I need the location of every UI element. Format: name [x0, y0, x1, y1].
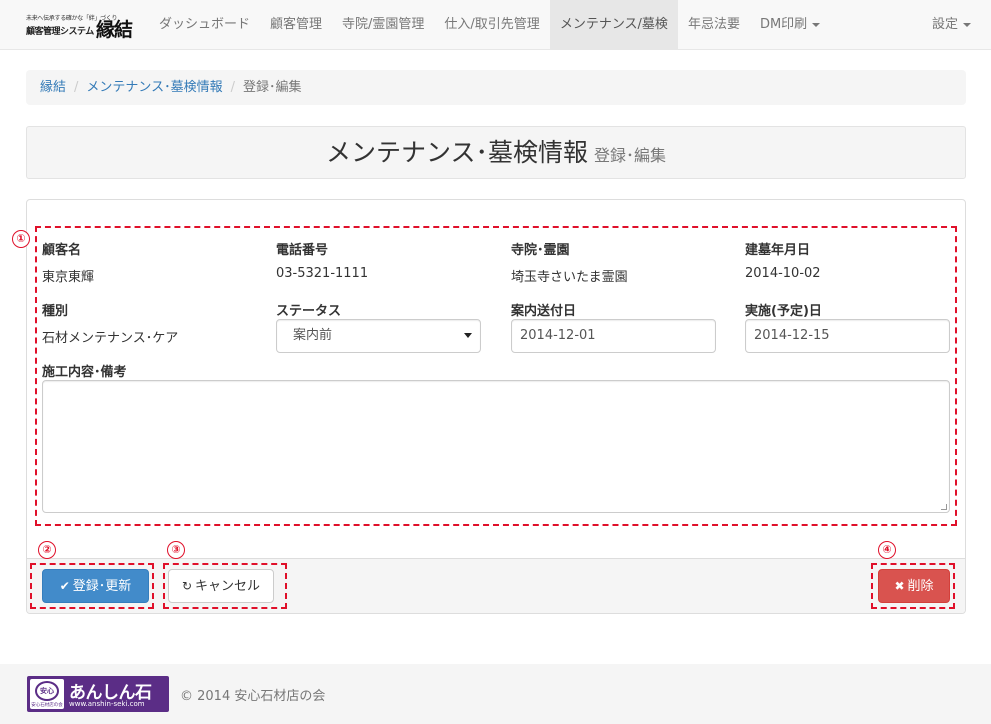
footer-logo[interactable]: 安心 安心石材店の会 あんしん石 www.anshin-seki.com	[27, 676, 169, 712]
phone-label: 電話番号	[276, 243, 329, 258]
save-button[interactable]: ✔ 登録･更新	[42, 569, 149, 603]
caret-down-icon	[812, 22, 821, 27]
select-arrow-icon	[464, 333, 472, 338]
status-select[interactable]: 案内前	[276, 319, 481, 353]
brand-name: 縁結	[96, 19, 133, 41]
panel-footer: ② ✔ 登録･更新 ③ ↻ キャンセル ④ ✖ 削除	[27, 541, 965, 613]
exec-date-value: 2014-12-15	[754, 328, 830, 343]
temple-value: 埼玉寺さいたま霊園	[511, 270, 628, 285]
breadcrumb: 縁結 / メンテナンス･墓検情報 / 登録･編集	[26, 70, 966, 105]
notice-date-value: 2014-12-01	[520, 328, 596, 343]
status-select-value: 案内前	[293, 328, 333, 343]
resize-handle-icon[interactable]	[941, 504, 947, 510]
page-footer: 安心 安心石材店の会 あんしん石 www.anshin-seki.com © 2…	[0, 664, 991, 724]
page-subtitle: 登録･編集	[594, 146, 667, 165]
annotation-marker-3: ③	[167, 541, 185, 559]
exec-date-input[interactable]: 2014-12-15	[745, 319, 950, 353]
page-title: メンテナンス･墓検情報	[325, 138, 588, 167]
annotation-marker-1: ①	[12, 230, 30, 248]
caret-down-icon	[963, 22, 971, 27]
annotation-marker-2: ②	[38, 541, 56, 559]
nav-item-maintenance[interactable]: メンテナンス/墓検	[549, 0, 678, 50]
delete-button[interactable]: ✖ 削除	[878, 569, 950, 603]
close-icon: ✖	[894, 579, 905, 593]
breadcrumb-home[interactable]: 縁結	[40, 80, 66, 95]
logo-url: www.anshin-seki.com	[69, 700, 145, 708]
customer-name-value: 東京東輝	[42, 270, 95, 285]
copyright: © 2014 安心石材店の会	[180, 689, 326, 704]
notes-textarea[interactable]	[42, 380, 950, 513]
type-label: 種別	[42, 304, 69, 319]
breadcrumb-section[interactable]: メンテナンス･墓検情報	[86, 80, 222, 95]
exec-date-label: 実施(予定)日	[745, 304, 822, 319]
nav-item-temples[interactable]: 寺院/霊園管理	[332, 0, 434, 50]
logo-badge: 安心 安心石材店の会	[30, 679, 64, 709]
page-header: メンテナンス･墓検情報 登録･編集	[26, 126, 966, 179]
nav-item-suppliers[interactable]: 仕入/取引先管理	[434, 0, 549, 50]
phone-value: 03-5321-1111	[276, 266, 369, 281]
form-panel: ① 顧客名 東京東輝 電話番号 03-5321-1111 寺院･霊園 埼玉寺さい…	[12, 199, 966, 614]
built-date-value: 2014-10-02	[745, 266, 821, 281]
nav-item-memorial[interactable]: 年忌法要	[678, 0, 750, 50]
temple-label: 寺院･霊園	[511, 243, 570, 258]
notice-date-input[interactable]: 2014-12-01	[511, 319, 716, 353]
annotation-marker-4: ④	[878, 541, 896, 559]
navbar: 未来へ伝承する確かな「絆」づくり 顧客管理システム 縁結 ダッシュボード 顧客管…	[0, 0, 991, 50]
breadcrumb-separator: /	[230, 80, 236, 95]
refresh-icon: ↻	[181, 579, 193, 593]
check-icon: ✔	[59, 579, 70, 593]
nav-item-dm-print[interactable]: DM印刷	[750, 0, 830, 50]
settings-dropdown[interactable]: 設定	[932, 0, 971, 50]
breadcrumb-current: 登録･編集	[243, 80, 302, 95]
brand-logo[interactable]: 未来へ伝承する確かな「絆」づくり 顧客管理システム 縁結	[26, 10, 142, 41]
customer-name-label: 顧客名	[42, 243, 82, 258]
built-date-label: 建墓年月日	[745, 243, 811, 258]
logo-badge-text: 安心石材店の会	[31, 703, 63, 708]
nav-item-customers[interactable]: 顧客管理	[260, 0, 332, 50]
nav-item-dashboard[interactable]: ダッシュボード	[149, 0, 260, 50]
notice-date-label: 案内送付日	[511, 304, 577, 319]
cancel-button[interactable]: ↻ キャンセル	[168, 569, 274, 603]
brand-system-name: 顧客管理システム	[26, 27, 94, 37]
notes-label: 施工内容･備考	[42, 365, 127, 380]
status-label: ステータス	[276, 304, 342, 319]
type-value: 石材メンテナンス･ケア	[42, 331, 179, 346]
main-nav: ダッシュボード 顧客管理 寺院/霊園管理 仕入/取引先管理 メンテナンス/墓検 …	[149, 0, 830, 50]
logo-badge-icon: 安心	[35, 681, 59, 701]
breadcrumb-separator: /	[74, 80, 79, 95]
